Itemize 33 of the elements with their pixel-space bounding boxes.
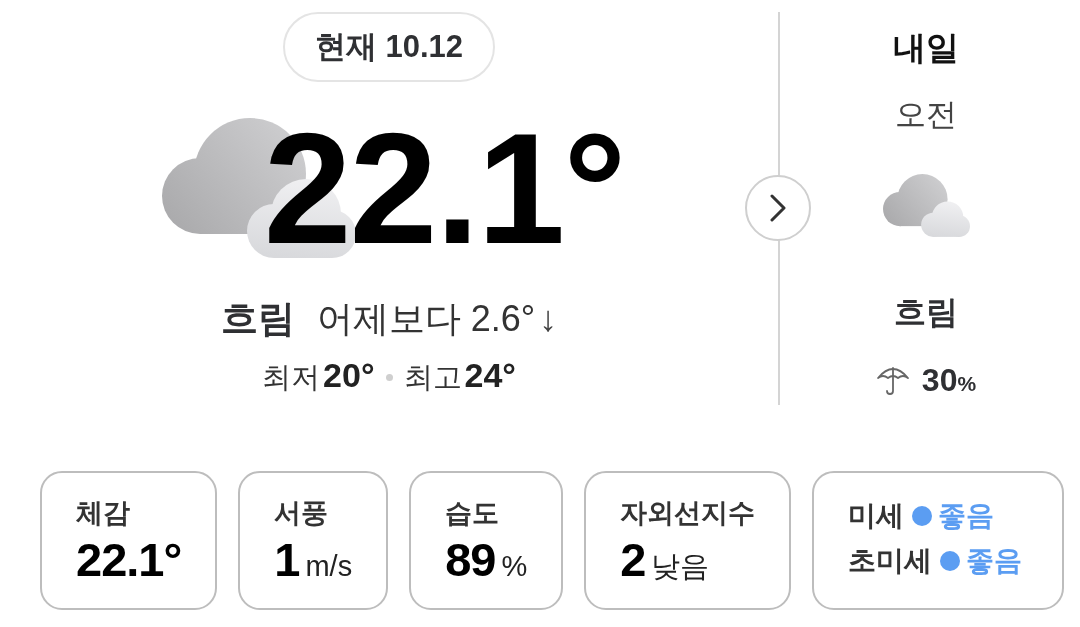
detail-value: 22.1° [76, 533, 182, 588]
detail-value: 2 [620, 533, 646, 588]
tomorrow-title: 내일 [893, 28, 959, 68]
detail-label: 체감 [76, 497, 131, 530]
chevron-right-icon [770, 194, 786, 222]
air-quality-status: 좋음 [966, 543, 1023, 578]
detail-value: 89 [445, 533, 496, 588]
precipitation-value: 30 [921, 361, 958, 400]
precipitation-unit: % [957, 372, 977, 397]
detail-unit: 낮음 [651, 549, 710, 585]
air-quality-status: 좋음 [938, 498, 995, 533]
small-cloudy-icon [882, 173, 970, 237]
tomorrow-condition: 흐림 [894, 292, 958, 332]
separator-dot-icon [385, 373, 393, 381]
trend-arrow: ↓ [539, 298, 558, 340]
low-label: 최저 [262, 360, 321, 395]
low-temperature: 20° [323, 356, 375, 395]
detail-label: 자외선지수 [620, 497, 756, 530]
detail-unit: m/s [305, 550, 353, 584]
air-quality-label: 미세 [848, 498, 905, 533]
weather-condition: 흐림 [220, 297, 295, 341]
current-temperature: 22.1° [263, 109, 625, 267]
detail-label: 서풍 [274, 497, 330, 530]
detail-unit: % [501, 550, 528, 584]
period-label: 오전 [895, 95, 957, 133]
high-temperature: 24° [464, 356, 516, 395]
detail-value: 1 [274, 533, 300, 588]
time-badge: 현재 10.12 [282, 12, 496, 82]
detail-label: 습도 [445, 497, 501, 530]
high-label: 최고 [403, 360, 462, 395]
umbrella-icon [875, 364, 910, 397]
air-quality-label: 초미세 [848, 543, 933, 578]
temperature-comparison: 어제보다 2.6° [316, 296, 536, 341]
